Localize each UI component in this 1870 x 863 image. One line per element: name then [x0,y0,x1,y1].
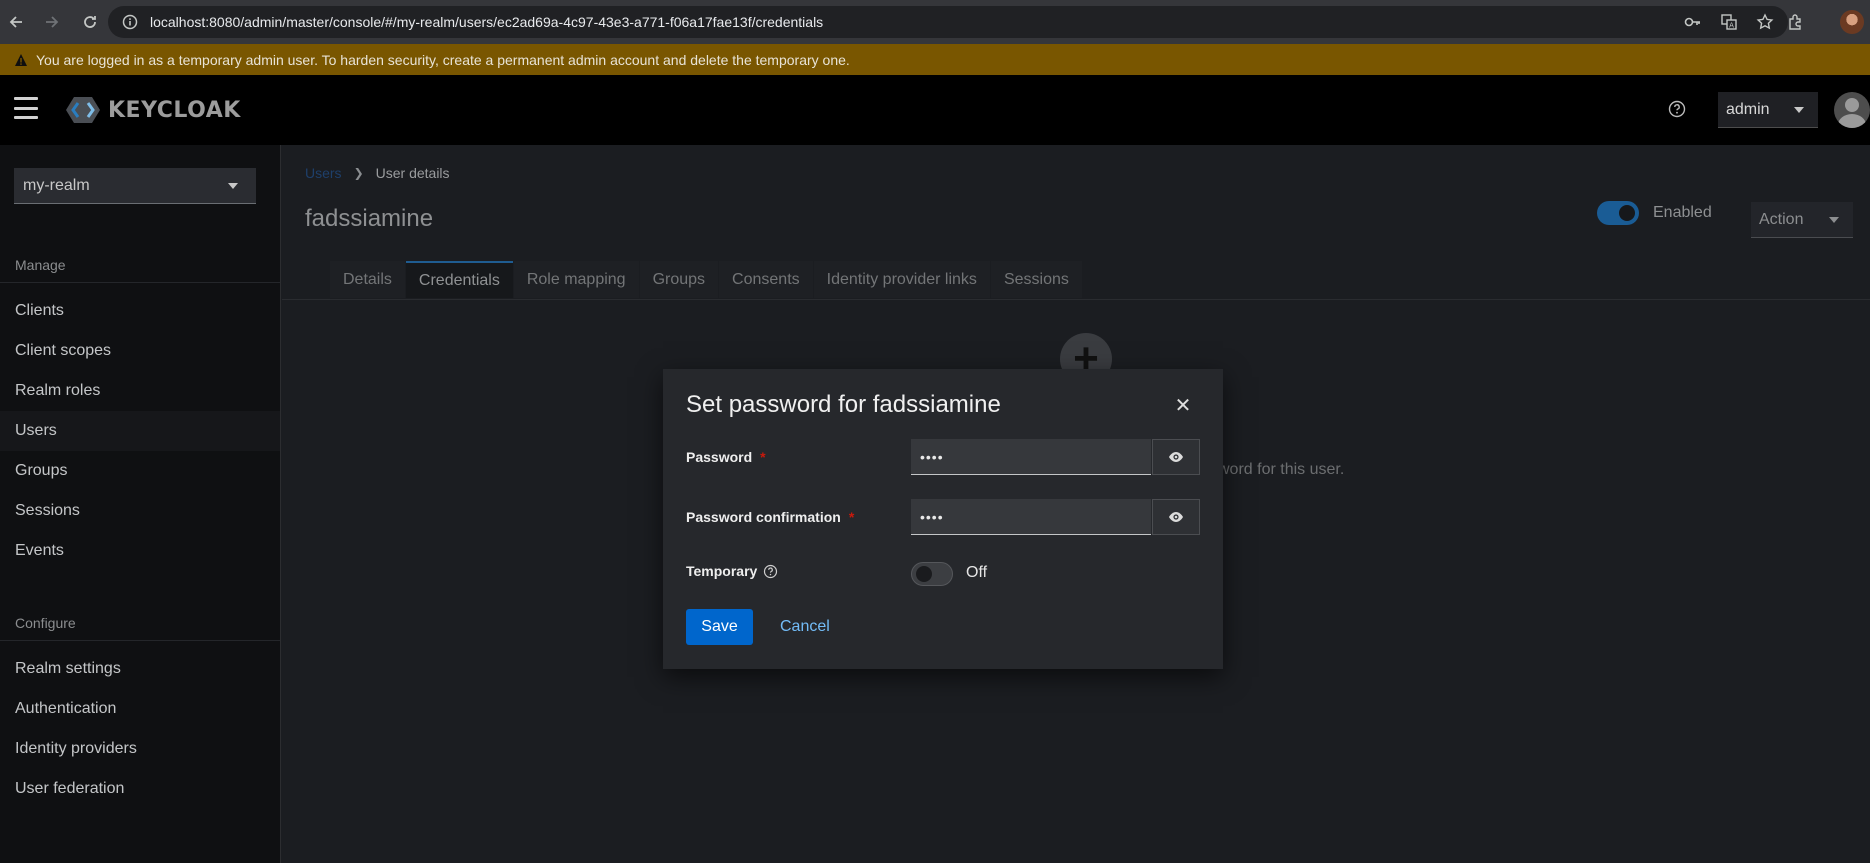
sidebar-item-identity-providers[interactable]: Identity providers [0,729,280,769]
show-password-button[interactable] [1152,439,1200,475]
temporary-toggle[interactable] [911,562,953,586]
temporary-admin-warning-banner: You are logged in as a temporary admin u… [0,44,1870,75]
required-marker: * [760,449,766,465]
sidebar: my-realm Manage Clients Client scopes Re… [0,145,281,863]
sidebar-item-events[interactable]: Events [0,531,280,571]
sidebar-item-authentication[interactable]: Authentication [0,689,280,729]
help-icon[interactable] [763,564,778,579]
configure-heading: Configure [15,615,76,631]
password-label-row: Password * [686,449,766,465]
action-dropdown[interactable]: Action [1751,202,1853,238]
divider [282,299,1870,300]
chevron-right-icon: ❯ [353,166,364,180]
close-icon[interactable]: ✕ [1173,395,1193,417]
sidebar-item-sessions[interactable]: Sessions [0,491,280,531]
browser-profile-avatar[interactable] [1840,10,1864,34]
svg-text:A: A [1729,22,1734,30]
action-dropdown-label: Action [1759,210,1804,228]
tab-role-mapping[interactable]: Role mapping [513,261,639,298]
translate-icon[interactable]: A [1720,13,1738,31]
password-confirmation-label: Password confirmation [686,509,841,525]
enabled-toggle[interactable] [1597,201,1639,225]
address-bar[interactable]: localhost:8080/admin/master/console/#/my… [108,6,1788,38]
temporary-label: Temporary [686,563,758,579]
chevron-down-icon [228,183,238,189]
keycloak-logo[interactable]: KEYCLOAK [66,93,241,127]
forward-arrow-icon[interactable] [38,8,66,36]
password-key-icon[interactable] [1684,13,1702,31]
eye-icon [1169,452,1183,462]
password-label: Password [686,449,753,465]
realm-selector-label: my-realm [23,176,90,194]
hamburger-menu-icon[interactable] [14,97,38,119]
temporary-label-row: Temporary [686,563,778,579]
temporary-toggle-state: Off [966,564,988,581]
enabled-label: Enabled [1653,204,1712,221]
browser-toolbar: localhost:8080/admin/master/console/#/my… [0,0,1870,44]
eye-icon [1169,512,1183,522]
site-info-icon[interactable] [120,12,140,32]
empty-state-text: sword for this user. [1210,461,1345,478]
sidebar-item-realm-roles[interactable]: Realm roles [0,371,280,411]
realm-selector[interactable]: my-realm [14,168,256,204]
manage-heading: Manage [15,257,66,273]
extensions-icon[interactable] [1786,12,1806,32]
password-confirmation-field[interactable]: •••• [911,499,1151,535]
tab-identity-provider-links[interactable]: Identity provider links [813,261,990,298]
keycloak-logo-icon [66,97,100,123]
reload-icon[interactable] [76,8,104,36]
masthead: KEYCLOAK admin [0,75,1870,145]
back-arrow-icon[interactable] [2,8,30,36]
chevron-down-icon [1794,107,1804,113]
sidebar-item-realm-settings[interactable]: Realm settings [0,649,280,689]
sidebar-item-clients[interactable]: Clients [0,291,280,331]
warning-text: You are logged in as a temporary admin u… [36,51,850,68]
breadcrumb-users-link[interactable]: Users [305,165,342,181]
tab-groups[interactable]: Groups [639,261,719,298]
breadcrumb-current: User details [375,165,450,181]
divider [0,640,280,641]
breadcrumb: Users ❯ User details [305,165,450,181]
show-password-confirmation-button[interactable] [1152,499,1200,535]
warning-triangle-icon [14,52,30,68]
page-title: fadssiamine [305,205,434,232]
password-field[interactable]: •••• [911,439,1151,475]
user-menu-dropdown[interactable]: admin [1718,92,1818,128]
bookmark-star-icon[interactable] [1756,13,1774,31]
logo-text: KEYCLOAK [108,97,241,123]
tab-sessions[interactable]: Sessions [990,261,1082,298]
url-text[interactable]: localhost:8080/admin/master/console/#/my… [150,14,823,30]
user-tabs: Details Credentials Role mapping Groups … [330,261,1083,298]
password-confirmation-label-row: Password confirmation * [686,509,854,525]
divider [0,282,280,283]
chevron-down-icon [1829,217,1839,223]
user-menu-label: admin [1726,100,1770,118]
set-password-modal: Set password for fadssiamine ✕ Password … [663,369,1223,669]
sidebar-item-groups[interactable]: Groups [0,451,280,491]
save-button[interactable]: Save [686,609,753,645]
tab-details[interactable]: Details [330,261,405,298]
help-icon[interactable] [1666,98,1688,120]
cancel-button[interactable]: Cancel [776,609,834,645]
sidebar-item-client-scopes[interactable]: Client scopes [0,331,280,371]
modal-title: Set password for fadssiamine [686,391,1001,418]
sidebar-item-user-federation[interactable]: User federation [0,769,280,809]
tab-credentials[interactable]: Credentials [405,261,513,298]
sidebar-item-users[interactable]: Users [0,411,280,451]
avatar[interactable] [1834,92,1870,128]
required-marker: * [848,509,855,525]
tab-consents[interactable]: Consents [719,261,813,298]
